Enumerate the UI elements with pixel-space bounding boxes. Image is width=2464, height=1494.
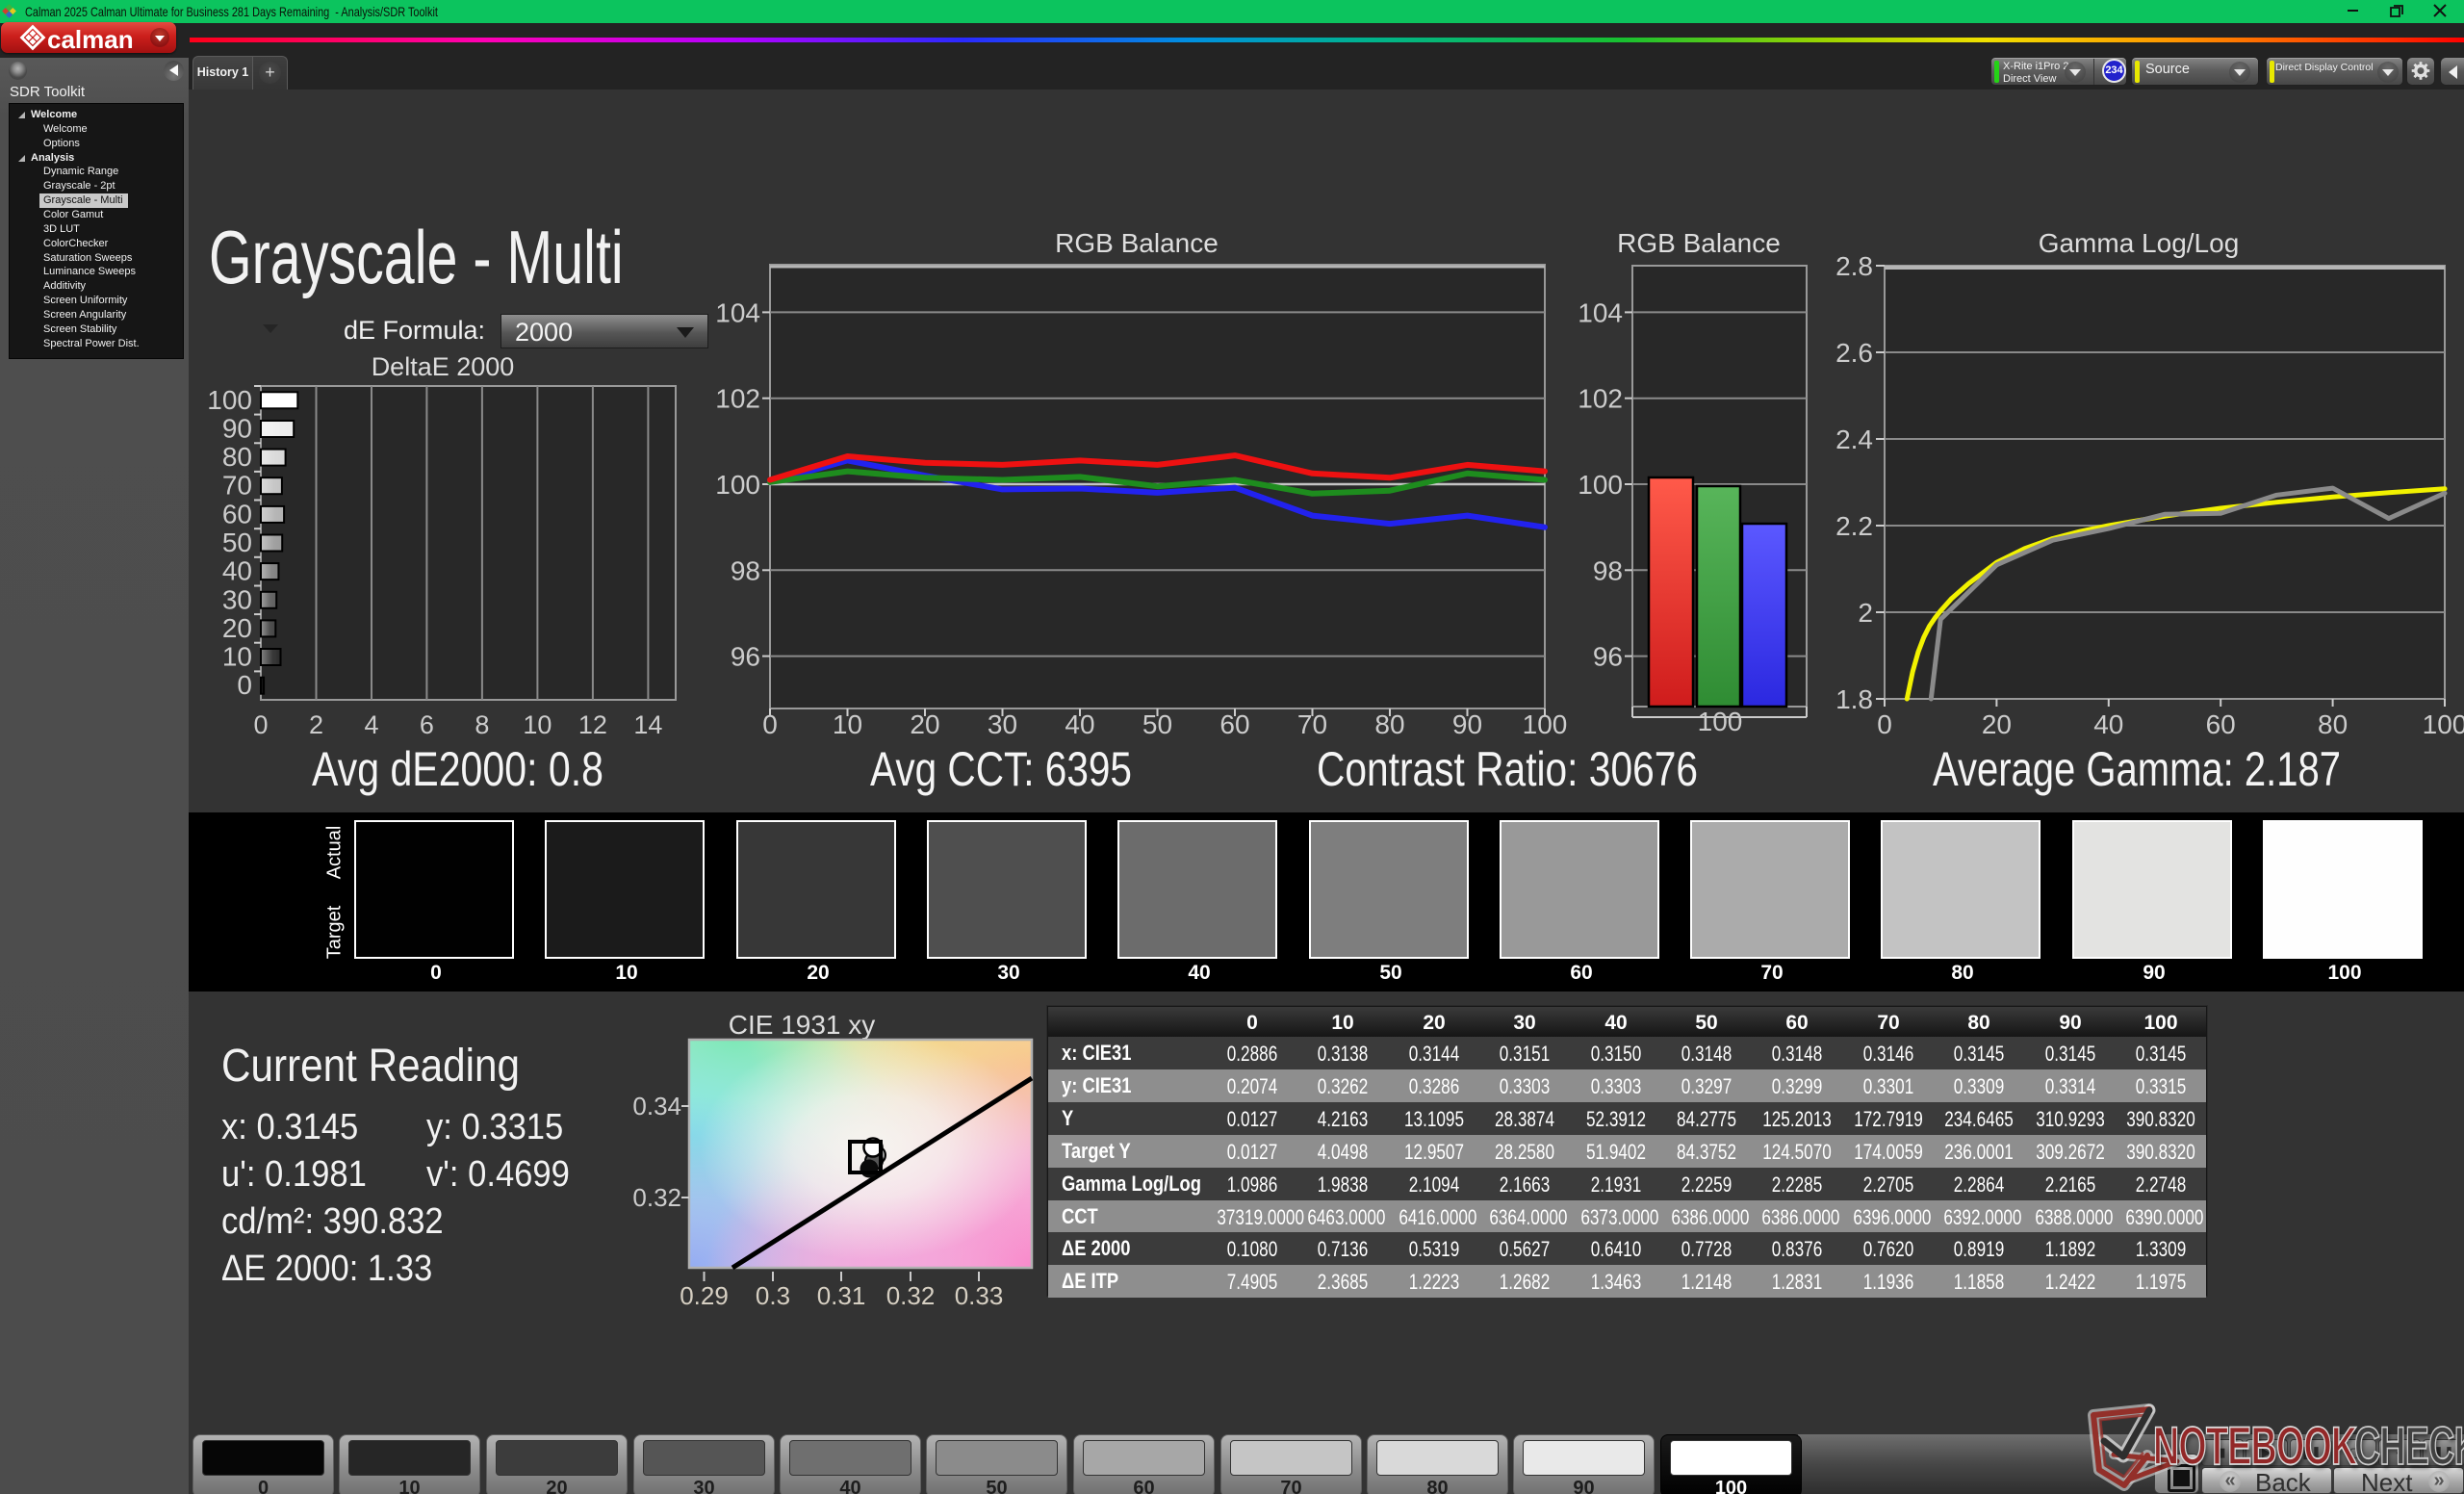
svg-text:60: 60	[222, 499, 252, 528]
svg-text:0.31: 0.31	[817, 1281, 866, 1310]
svg-text:0.33: 0.33	[955, 1281, 1004, 1310]
svg-text:0: 0	[253, 710, 268, 739]
svg-text:96: 96	[1593, 642, 1623, 672]
svg-text:1.8: 1.8	[1835, 684, 1873, 714]
svg-text:104: 104	[1578, 297, 1623, 327]
svg-text:0.34: 0.34	[632, 1092, 681, 1120]
svg-text:Avg dE2000: 0.8: Avg dE2000: 0.8	[312, 742, 603, 796]
svg-text:RGB Balance: RGB Balance	[1617, 228, 1781, 258]
svg-text:0: 0	[237, 670, 252, 700]
svg-text:102: 102	[715, 384, 760, 414]
svg-text:98: 98	[731, 555, 760, 585]
svg-text:0.32: 0.32	[632, 1183, 681, 1212]
svg-text:20: 20	[222, 613, 252, 643]
svg-text:12: 12	[578, 710, 607, 739]
svg-text:0.3: 0.3	[756, 1281, 790, 1310]
svg-text:100: 100	[207, 385, 252, 415]
svg-text:20: 20	[1982, 709, 2012, 739]
svg-text:40: 40	[2093, 709, 2123, 739]
svg-text:90: 90	[222, 414, 252, 444]
svg-text:60: 60	[2206, 709, 2236, 739]
svg-text:100: 100	[2423, 709, 2464, 739]
svg-text:80: 80	[2318, 709, 2348, 739]
svg-text:50: 50	[1142, 709, 1172, 739]
svg-text:CIE 1931 xy: CIE 1931 xy	[729, 1010, 876, 1040]
svg-text:90: 90	[1452, 709, 1482, 739]
svg-text:Gamma Log/Log: Gamma Log/Log	[2039, 228, 2240, 258]
svg-text:RGB Balance: RGB Balance	[1055, 228, 1219, 258]
svg-text:30: 30	[988, 709, 1017, 739]
svg-text:100: 100	[715, 470, 760, 500]
svg-text:80: 80	[222, 442, 252, 472]
svg-text:60: 60	[1219, 709, 1249, 739]
svg-text:40: 40	[1065, 709, 1094, 739]
svg-text:0: 0	[1877, 709, 1892, 739]
svg-text:100: 100	[1523, 709, 1568, 739]
svg-text:0: 0	[762, 709, 778, 739]
svg-text:DeltaE 2000: DeltaE 2000	[372, 352, 515, 381]
svg-text:2.2: 2.2	[1835, 511, 1873, 541]
svg-text:98: 98	[1593, 555, 1623, 585]
svg-text:40: 40	[222, 556, 252, 586]
svg-text:2.8: 2.8	[1835, 251, 1873, 281]
svg-text:14: 14	[633, 710, 662, 739]
svg-text:8: 8	[475, 710, 489, 739]
svg-text:20: 20	[910, 709, 939, 739]
svg-text:10: 10	[523, 710, 552, 739]
svg-text:2.4: 2.4	[1835, 425, 1873, 454]
svg-text:0.32: 0.32	[886, 1281, 936, 1310]
svg-text:104: 104	[715, 297, 760, 327]
svg-text:10: 10	[222, 642, 252, 672]
svg-text:100: 100	[1698, 707, 1743, 736]
svg-text:10: 10	[833, 709, 862, 739]
svg-text:4: 4	[364, 710, 378, 739]
svg-text:96: 96	[731, 642, 760, 672]
svg-text:2: 2	[1858, 598, 1873, 628]
svg-text:2.6: 2.6	[1835, 338, 1873, 368]
svg-text:102: 102	[1578, 384, 1623, 414]
svg-text:70: 70	[222, 471, 252, 501]
svg-text:0.29: 0.29	[680, 1281, 729, 1310]
svg-text:Avg CCT: 6395: Avg CCT: 6395	[870, 742, 1132, 796]
svg-text:50: 50	[222, 528, 252, 557]
svg-text:70: 70	[1297, 709, 1327, 739]
svg-text:2: 2	[309, 710, 323, 739]
svg-text:100: 100	[1578, 470, 1623, 500]
svg-text:6: 6	[420, 710, 434, 739]
svg-text:Average Gamma: 2.187: Average Gamma: 2.187	[1933, 742, 2341, 796]
svg-text:Contrast Ratio: 30676: Contrast Ratio: 30676	[1317, 742, 1698, 796]
svg-text:30: 30	[222, 584, 252, 614]
svg-text:80: 80	[1374, 709, 1404, 739]
